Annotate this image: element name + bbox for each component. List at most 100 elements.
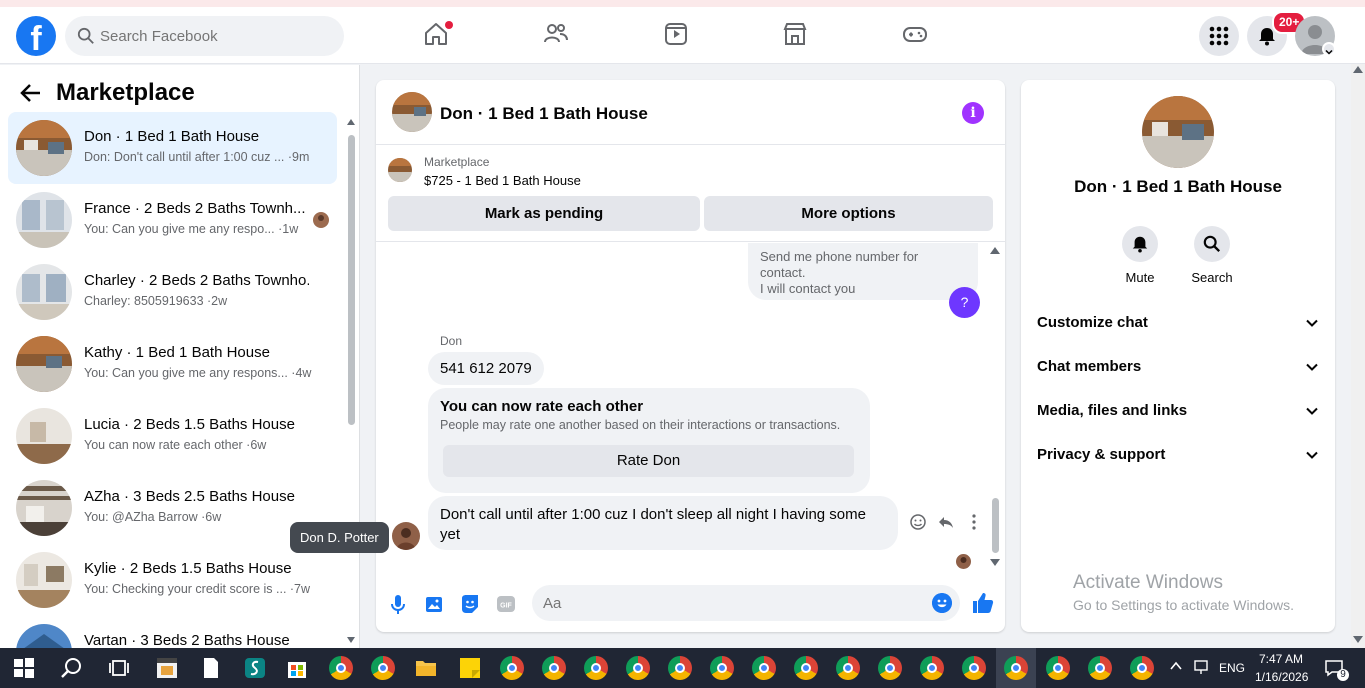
listing-thumbnail xyxy=(16,264,72,320)
chat-title[interactable]: Don · 1 Bed 1 Bath House xyxy=(440,104,648,124)
mark-as-pending-button[interactable]: Mark as pending xyxy=(388,196,700,231)
chat-panel: Don · 1 Bed 1 Bath House i Marketplace $… xyxy=(376,80,1005,632)
search-box[interactable] xyxy=(65,16,344,56)
sidebar-scroll-thumb[interactable] xyxy=(348,135,355,425)
listing-thumbnail[interactable] xyxy=(388,158,412,182)
microsoft-store-icon[interactable] xyxy=(285,656,309,680)
search-in-chat-button[interactable]: Search xyxy=(1182,226,1242,285)
chrome-icon[interactable] xyxy=(1046,656,1070,680)
chrome-icon[interactable] xyxy=(710,656,734,680)
chrome-icon[interactable] xyxy=(878,656,902,680)
gaming-icon[interactable] xyxy=(901,20,929,48)
search-label: Search xyxy=(1191,270,1233,285)
chat-avatar[interactable] xyxy=(392,92,432,132)
facebook-logo-icon[interactable]: f xyxy=(16,16,56,56)
chrome-icon[interactable] xyxy=(1004,656,1028,680)
conversation-item[interactable]: Kylie · 2 Beds 1.5 Baths House You: Chec… xyxy=(8,544,337,616)
chrome-icon[interactable] xyxy=(1130,656,1154,680)
sticky-notes-icon[interactable] xyxy=(458,656,482,680)
scroll-up-arrow-icon[interactable] xyxy=(347,119,355,125)
listing-thumbnail xyxy=(16,624,72,648)
microphone-icon[interactable] xyxy=(387,593,409,615)
emoji-icon[interactable] xyxy=(932,593,952,613)
windows-start-icon[interactable] xyxy=(12,656,36,680)
clock-date[interactable]: 1/16/2026 xyxy=(1255,670,1308,684)
photo-icon[interactable] xyxy=(423,593,445,615)
message-list: Send me phone number for contact. I will… xyxy=(376,243,1005,573)
chrome-icon[interactable] xyxy=(329,656,353,680)
chrome-icon[interactable] xyxy=(626,656,650,680)
scroll-up-arrow-icon[interactable] xyxy=(1353,66,1363,73)
like-thumb-icon[interactable] xyxy=(971,591,995,615)
watch-icon[interactable] xyxy=(662,20,690,48)
chat-scroll-thumb[interactable] xyxy=(992,498,999,553)
chrome-icon[interactable] xyxy=(752,656,776,680)
sticker-icon[interactable] xyxy=(459,593,481,615)
react-emoji-icon[interactable] xyxy=(909,513,927,531)
tray-chevron-up-icon[interactable] xyxy=(1168,658,1184,674)
chrome-icon[interactable] xyxy=(920,656,944,680)
customize-chat-section[interactable]: Customize chat xyxy=(1037,302,1319,342)
privacy-support-section[interactable]: Privacy & support xyxy=(1037,434,1319,474)
conversation-preview: You: Can you give me any respo... ·1w xyxy=(84,222,299,236)
outgoing-message: Send me phone number for contact. I will… xyxy=(748,243,978,300)
chrome-icon[interactable] xyxy=(836,656,860,680)
conversation-item[interactable]: France · 2 Beds 2 Baths Townh... You: Ca… xyxy=(8,184,337,256)
conversation-item[interactable]: AZha · 3 Beds 2.5 Baths House You: @AZha… xyxy=(8,472,337,544)
search-input[interactable] xyxy=(100,16,330,56)
language-indicator[interactable]: ENG xyxy=(1219,661,1245,675)
listing-avatar[interactable] xyxy=(1142,96,1214,168)
menu-grid-button[interactable] xyxy=(1199,16,1239,56)
taskbar-search-icon[interactable] xyxy=(60,656,84,680)
chrome-icon[interactable] xyxy=(962,656,986,680)
scroll-up-arrow-icon[interactable] xyxy=(990,247,1000,254)
gif-icon[interactable]: GIF xyxy=(495,593,517,615)
more-vertical-icon[interactable] xyxy=(965,513,983,531)
message-input-wrapper[interactable] xyxy=(532,585,960,621)
help-question-icon[interactable]: ? xyxy=(949,287,980,318)
chrome-icon[interactable] xyxy=(1088,656,1112,680)
reply-icon[interactable] xyxy=(937,513,955,531)
message-input[interactable] xyxy=(543,585,913,621)
listing-price-title[interactable]: $725 - 1 Bed 1 Bath House xyxy=(424,173,581,188)
conversation-preview: Don: Don't call until after 1:00 cuz ...… xyxy=(84,150,310,164)
chrome-icon[interactable] xyxy=(584,656,608,680)
chrome-icon[interactable] xyxy=(371,656,395,680)
conversation-item[interactable]: Kathy · 1 Bed 1 Bath House You: Can you … xyxy=(8,328,337,400)
marketplace-inbox-sidebar: Marketplace Don · 1 Bed 1 Bath House Don… xyxy=(0,65,360,648)
chrome-icon[interactable] xyxy=(794,656,818,680)
sender-avatar[interactable] xyxy=(392,522,420,550)
media-files-links-section[interactable]: Media, files and links xyxy=(1037,390,1319,430)
chat-members-section[interactable]: Chat members xyxy=(1037,346,1319,386)
scroll-down-arrow-icon[interactable] xyxy=(990,559,1000,566)
account-chevron-icon[interactable] xyxy=(1322,42,1336,56)
chrome-icon[interactable] xyxy=(542,656,566,680)
chat-scrollbar[interactable] xyxy=(989,243,1001,573)
conversation-item[interactable]: Vartan · 3 Beds 2 Baths House xyxy=(8,616,337,648)
notepad-icon[interactable] xyxy=(199,656,223,680)
clock-time[interactable]: 7:47 AM xyxy=(1259,652,1303,666)
conversation-item[interactable]: Charley · 2 Beds 2 Baths Townho... Charl… xyxy=(8,256,337,328)
friends-icon[interactable] xyxy=(542,20,570,48)
sidebar-scrollbar[interactable] xyxy=(347,119,355,643)
rate-don-button[interactable]: Rate Don xyxy=(443,445,854,477)
file-explorer-icon[interactable] xyxy=(414,656,438,680)
chrome-icon[interactable] xyxy=(500,656,524,680)
more-options-button[interactable]: More options xyxy=(704,196,993,231)
task-view-icon[interactable] xyxy=(107,656,131,680)
mute-button[interactable]: Mute xyxy=(1110,226,1170,285)
scroll-down-arrow-icon[interactable] xyxy=(347,637,355,643)
chrome-icon[interactable] xyxy=(668,656,692,680)
scroll-down-arrow-icon[interactable] xyxy=(1353,636,1363,643)
sender-name-tooltip: Don D. Potter xyxy=(290,522,389,553)
back-arrow-icon[interactable] xyxy=(20,83,42,103)
seen-avatar xyxy=(313,212,329,228)
sway-icon[interactable] xyxy=(243,656,267,680)
window-scrollbar[interactable] xyxy=(1351,64,1365,648)
conversation-item[interactable]: Don · 1 Bed 1 Bath House Don: Don't call… xyxy=(8,112,337,184)
info-icon[interactable]: i xyxy=(962,102,984,124)
conversation-item[interactable]: Lucia · 2 Beds 1.5 Baths House You can n… xyxy=(8,400,337,472)
video-editor-icon[interactable] xyxy=(155,656,179,680)
marketplace-icon[interactable] xyxy=(781,20,809,48)
network-icon[interactable] xyxy=(1192,658,1210,676)
